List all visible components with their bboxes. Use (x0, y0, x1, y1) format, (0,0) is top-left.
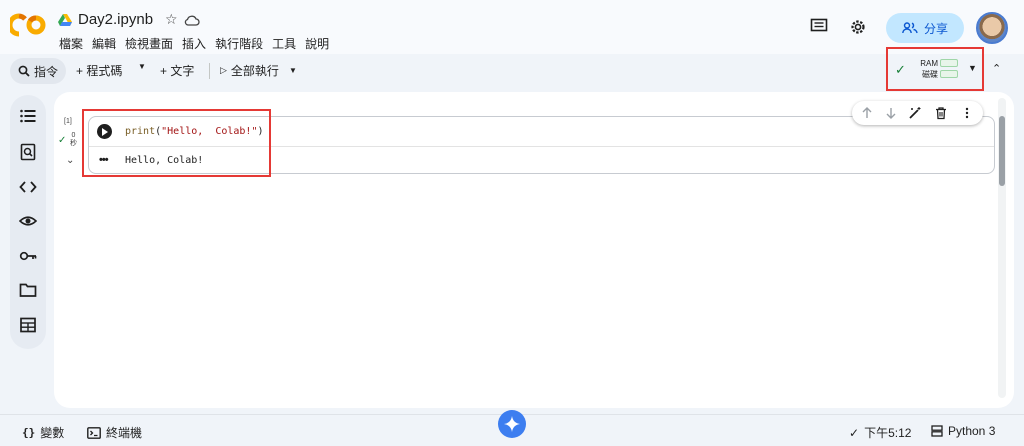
sparkle-icon (504, 416, 520, 432)
search-icon (18, 65, 30, 77)
share-button[interactable]: 分享 (886, 13, 964, 43)
terminal-icon (87, 426, 101, 439)
move-down-icon[interactable] (884, 106, 898, 120)
add-text-label: + 文字 (160, 64, 195, 78)
check-icon: ✓ (849, 425, 860, 440)
chevron-down-icon: ▼ (138, 62, 146, 71)
execution-time: 0 秒 (70, 132, 77, 148)
resource-highlight-box (886, 47, 984, 91)
variables-button[interactable]: {} 變數 (22, 424, 64, 441)
magic-wand-icon[interactable] (908, 106, 922, 120)
run-all-label: 全部執行 (230, 64, 279, 78)
star-icon[interactable]: ☆ (165, 11, 178, 28)
add-code-dropdown[interactable]: ▼ (138, 62, 146, 71)
left-sidebar (10, 95, 46, 349)
more-vert-icon[interactable] (960, 106, 974, 120)
add-code-button[interactable]: + 程式碼 (76, 62, 122, 79)
colab-logo[interactable] (10, 12, 46, 38)
menu-edit[interactable]: 編輯 (91, 35, 117, 52)
variables-icon: {} (22, 426, 36, 439)
terminal-button[interactable]: 終端機 (87, 424, 142, 441)
delete-icon[interactable] (934, 106, 948, 120)
cloud-icon[interactable] (184, 14, 200, 26)
menu-tools[interactable]: 工具 (271, 35, 297, 52)
code-snippets-icon[interactable] (19, 178, 37, 196)
cell-toolbar (852, 101, 983, 125)
folder-icon[interactable] (19, 281, 37, 299)
menu-bar: 檔案 編輯 檢視畫面 插入 執行階段 工具 說明 (58, 35, 330, 52)
cell-highlight-box (82, 109, 271, 177)
menu-view[interactable]: 檢視畫面 (124, 35, 174, 52)
commands-button[interactable]: 指令 (10, 58, 67, 84)
chevron-up-icon[interactable]: ⌃ (992, 62, 1001, 75)
runtime-icon (931, 425, 943, 437)
move-up-icon[interactable] (860, 106, 874, 120)
menu-runtime[interactable]: 執行階段 (214, 35, 264, 52)
play-icon: ▷ (220, 65, 227, 75)
status-time: 下午5:12 (864, 426, 912, 440)
execution-count: [1] (64, 118, 72, 125)
menu-help[interactable]: 說明 (304, 35, 330, 52)
gemini-button[interactable] (498, 410, 526, 438)
secrets-eye-icon[interactable] (19, 212, 37, 230)
toc-icon[interactable] (19, 107, 37, 125)
menu-insert[interactable]: 插入 (181, 35, 207, 52)
chevron-down-icon: ▼ (288, 66, 297, 75)
find-icon[interactable] (19, 143, 37, 161)
execution-status[interactable]: ✓ 下午5:12 (849, 424, 911, 441)
notebook-title[interactable]: Day2.ipynb (78, 11, 153, 28)
key-icon[interactable] (19, 247, 37, 265)
gear-icon[interactable] (849, 18, 867, 36)
commands-label: 指令 (34, 64, 59, 79)
menu-file[interactable]: 檔案 (58, 35, 84, 52)
table-icon[interactable] (19, 316, 37, 334)
avatar[interactable] (976, 12, 1008, 44)
collapse-output-icon[interactable]: ⌄ (66, 155, 74, 166)
run-all-button[interactable]: ▷ 全部執行 ▼ (220, 62, 297, 79)
share-label: 分享 (923, 21, 948, 36)
drive-icon[interactable] (58, 13, 72, 26)
runtime-label: Python 3 (948, 424, 996, 438)
toolbar-divider (209, 63, 210, 79)
people-icon (902, 22, 918, 34)
comment-icon[interactable] (810, 18, 828, 34)
notebook-toolbar: 指令 + 程式碼 ▼ + 文字 ▷ 全部執行 ▼ (0, 54, 1024, 88)
variables-label: 變數 (40, 426, 65, 440)
add-text-button[interactable]: + 文字 (160, 62, 194, 79)
scrollbar-thumb[interactable] (999, 116, 1005, 186)
app-header: Day2.ipynb ☆ 檔案 編輯 檢視畫面 插入 執行階段 工具 說明 分享 (0, 0, 1024, 54)
execution-time-value: 0 (71, 132, 76, 139)
runtime-indicator[interactable]: Python 3 (931, 424, 995, 438)
execution-time-unit: 秒 (70, 140, 77, 147)
add-code-label: + 程式碼 (76, 64, 123, 78)
success-check-icon: ✓ (58, 135, 67, 146)
terminal-label: 終端機 (106, 426, 143, 440)
